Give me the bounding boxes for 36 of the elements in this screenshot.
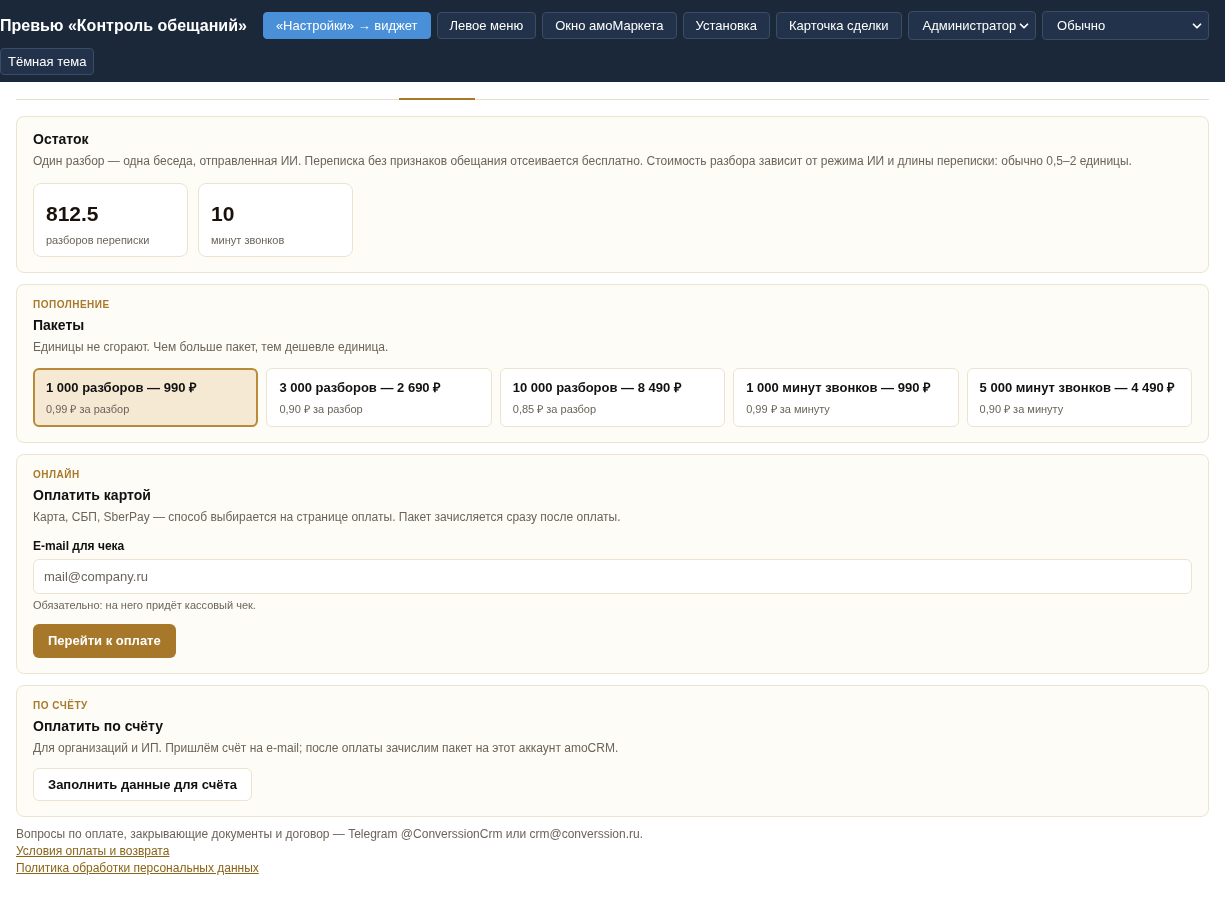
email-field[interactable]: mail@company.ru (33, 559, 1192, 594)
package-option[interactable]: 5 000 минут звонков — 4 490 ₽ 0,90 ₽ за минуту (966, 368, 1192, 427)
stat-label: разборов переписки (46, 232, 151, 248)
section-eyebrow: ПО СЧЁТУ (33, 700, 89, 712)
preview-tab-button[interactable]: Левое меню (436, 12, 537, 39)
role-select[interactable]: Обычно (1042, 11, 1209, 40)
section-title: Оплатить картой (33, 487, 152, 504)
section-description: Единицы не сгорают. Чем больше пакет, тем дешевле единица. (33, 340, 390, 355)
pay-button[interactable]: Перейти к оплате (33, 624, 176, 658)
field-label: E-mail для чека (33, 539, 126, 554)
section-eyebrow: ОНЛАЙН (33, 469, 81, 481)
footer-link[interactable]: Политика обработки персональных данных (16, 860, 259, 877)
invoice-button[interactable]: Заполнить данные для счёта (33, 768, 253, 801)
preview-title: Превью «Контроль обещаний» (0, 15, 247, 36)
stat-label: минут звонков (211, 232, 286, 248)
preview-tab-button[interactable]: Установка (682, 12, 770, 39)
section-description: Для организаций и ИП. Пришлём счёт на e-mail; после оплаты зачислим пакет на этот аккаунт amoCRM. (33, 741, 620, 756)
section-title: Пакеты (33, 317, 86, 334)
section-title: Оплатить по счёту (33, 718, 165, 735)
role-select[interactable]: Администратор (907, 11, 1037, 40)
preview-tab-button[interactable]: Окно амоМаркета (542, 12, 677, 39)
theme-toggle-button[interactable]: Тёмная тема (0, 48, 95, 75)
section-description: Карта, СБП, SberPay — способ выбирается на странице оплаты. Пакет зачисляется сразу после оплаты. (33, 510, 622, 525)
field-hint: Обязательно: на него придёт кассовый чек. (33, 599, 257, 612)
package-option[interactable]: 3 000 разборов — 2 690 ₽ 0,90 ₽ за разбор (266, 368, 492, 427)
footer-note: Вопросы по оплате, закрывающие документы и договор — Telegram @ConverssionCrm или crm@converssion.ru. (16, 826, 645, 843)
section-eyebrow: ПОПОЛНЕНИЕ (33, 299, 111, 311)
preview-tab-button[interactable]: Карточка сделки (776, 12, 902, 39)
package-option[interactable]: 10 000 разборов — 8 490 ₽ 0,85 ₽ за разбор (499, 368, 726, 427)
package-option[interactable]: 1 000 минут звонков — 990 ₽ 0,99 ₽ за минуту (733, 368, 959, 427)
package-option[interactable]: 1 000 разборов — 990 ₽ 0,99 ₽ за разбор (33, 368, 259, 427)
section-title: Остаток (33, 131, 90, 148)
stat-value: 10 (211, 201, 236, 227)
section-description: Один разбор — одна беседа, отправленная ИИ. Переписка без признаков обещания отсеивается бесплатно. Стоимость разбора зависит от режима ИИ и длины переписки: обычно 0,5–2 единицы. (33, 154, 1133, 169)
stat-value: 812.5 (46, 201, 100, 227)
footer-link[interactable]: Условия оплаты и возврата (16, 843, 170, 860)
